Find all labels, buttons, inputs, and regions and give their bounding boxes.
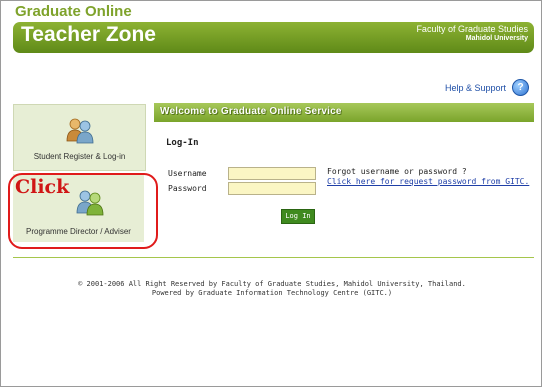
header-banner: Teacher Zone Faculty of Graduate Studies… — [13, 22, 534, 53]
click-annotation-text: Click — [15, 176, 70, 198]
username-input[interactable] — [228, 167, 316, 180]
footer-powered-by: Powered by Graduate Information Technolo… — [151, 289, 393, 297]
welcome-text: Welcome to Graduate Online Service — [160, 106, 342, 117]
login-heading: Log-In — [166, 138, 199, 148]
welcome-banner: Welcome to Graduate Online Service — [154, 103, 534, 122]
page-title: Teacher Zone — [21, 23, 156, 46]
password-input[interactable] — [228, 182, 316, 195]
people-icon — [66, 118, 94, 144]
faculty-info: Faculty of Graduate Studies Mahidol Univ… — [416, 24, 528, 44]
divider — [13, 257, 534, 258]
faculty-name: Faculty of Graduate Studies — [416, 24, 528, 34]
university-name: Mahidol University — [465, 35, 528, 42]
site-subtitle: Graduate Online — [15, 3, 132, 20]
help-question-icon[interactable]: ? — [512, 79, 529, 96]
student-register-label: Student Register & Log-in — [33, 152, 126, 161]
forgot-password-block: Forgot username or password ? Click here… — [327, 167, 529, 187]
footer-copyright: © 2001-2006 All Right Reserved by Facult… — [78, 280, 466, 288]
request-password-link[interactable]: Click here for request password from GIT… — [327, 177, 529, 187]
forgot-password-text: Forgot username or password ? — [327, 167, 467, 176]
student-register-login-button[interactable]: Student Register & Log-in — [13, 104, 146, 171]
password-label: Password — [168, 184, 207, 193]
login-button[interactable]: Log In — [281, 209, 315, 224]
page-frame: Graduate Online Teacher Zone Faculty of … — [0, 0, 542, 387]
username-label: Username — [168, 169, 207, 178]
help-support-link[interactable]: Help & Support ? — [445, 79, 529, 96]
footer: © 2001-2006 All Right Reserved by Facult… — [1, 280, 542, 298]
help-support-label: Help & Support — [444, 82, 506, 93]
